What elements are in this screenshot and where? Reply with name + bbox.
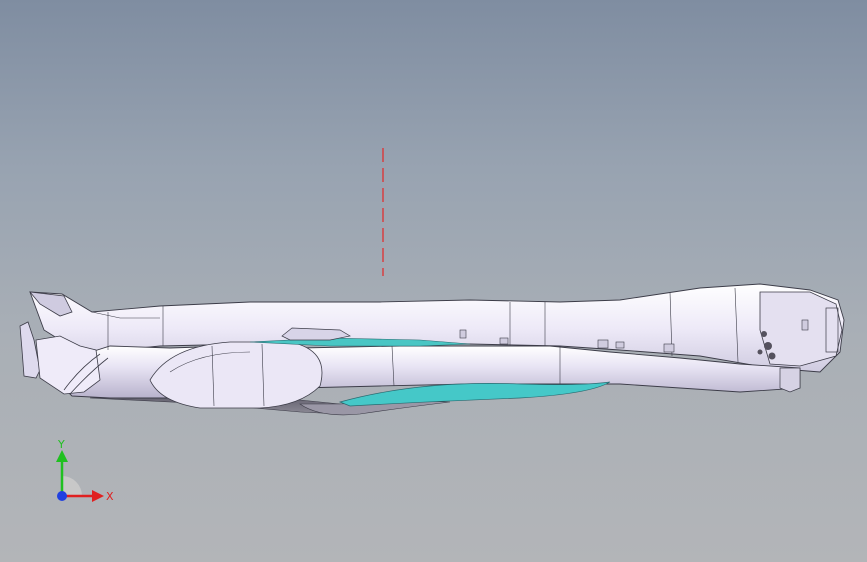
x-axis-label: X <box>106 490 114 503</box>
z-axis-dot <box>57 491 67 501</box>
graphics-viewport[interactable]: Y X <box>0 0 867 562</box>
y-axis-arrow <box>56 450 68 462</box>
cad-part-model[interactable] <box>0 0 867 562</box>
x-axis-arrow <box>92 490 104 502</box>
y-axis-label: Y <box>57 438 65 451</box>
rear-hole <box>768 352 776 360</box>
tail-tube <box>779 367 801 393</box>
reference-triad[interactable]: Y X <box>40 436 130 516</box>
rear-hole <box>764 342 772 350</box>
top-bracket <box>281 327 351 341</box>
rear-hole <box>757 349 763 355</box>
rear-hole <box>761 331 767 337</box>
